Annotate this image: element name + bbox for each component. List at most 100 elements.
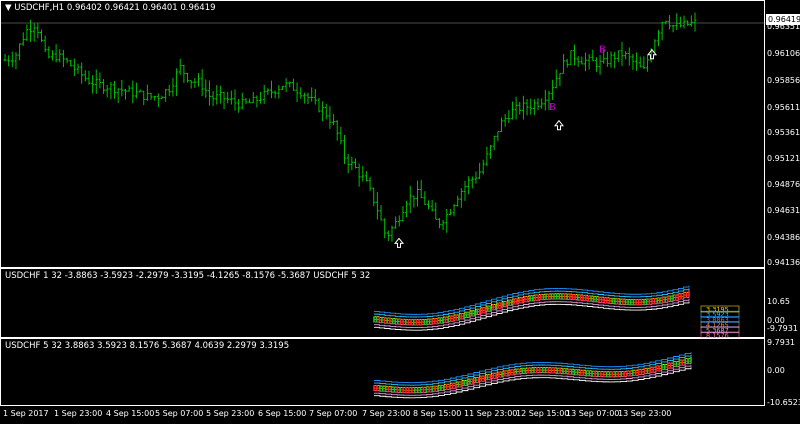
ohlc-bar [405, 200, 409, 218]
indicator-histogram-bar [379, 385, 381, 392]
indicator-histogram-bar [506, 370, 509, 377]
indicator-histogram-bar [626, 370, 628, 377]
main-chart-pane[interactable]: BB ▼ USDCHF,H1 0.96402 0.96421 0.96401 0… [0, 0, 766, 269]
indicator-histogram-bar [494, 304, 497, 311]
indicator-histogram-bar [402, 386, 404, 393]
indicator-histogram-bar [512, 369, 515, 376]
indicator-histogram-bar [643, 299, 645, 306]
indicator-histogram-bar [524, 296, 526, 303]
indicator-histogram-bar [396, 386, 399, 393]
indicator-histogram-bar [407, 319, 410, 326]
price-chart[interactable]: BB [1, 1, 766, 269]
indicator-histogram-bar [404, 318, 407, 325]
ohlc-bar [390, 225, 394, 242]
ohlc-bar [437, 218, 441, 229]
ohlc-bar [379, 205, 383, 221]
indicator-histogram-bar [463, 380, 465, 387]
indicator-histogram-bar [492, 372, 495, 379]
ohlc-bar [459, 188, 463, 208]
indicator-histogram-bar [486, 374, 489, 381]
indicator-histogram-bar [480, 375, 483, 382]
ohlc-bar [116, 88, 120, 104]
ohlc-bar [50, 50, 54, 61]
indicator-histogram-bar [375, 316, 378, 323]
indicator-histogram-bar [555, 293, 558, 300]
indicator-histogram-bar [533, 367, 535, 374]
ohlc-bar [463, 181, 467, 201]
ohlc-bar [445, 208, 449, 233]
indicator-histogram-bar [538, 367, 541, 374]
ohlc-bar [569, 50, 573, 65]
indicator-histogram-bar [592, 296, 595, 303]
indicator-histogram-bar [376, 385, 378, 392]
indicator-histogram-bar [420, 319, 423, 326]
indicator-histogram-bar [632, 369, 634, 376]
time-axis-label: 4 Sep 15:00 [106, 409, 155, 418]
time-axis[interactable]: 1 Sep 2017 1 Sep 23:00 4 Sep 15:00 5 Sep 07… [0, 406, 765, 424]
indicator-histogram-bar [428, 318, 431, 325]
price-scale[interactable]: 0.96351 0.96106 0.95856 0.95611 0.95361 0.951… [765, 0, 800, 268]
chart-menu-icon[interactable]: ▼ [5, 3, 12, 13]
ohlc-bar [218, 85, 222, 104]
indicator-histogram-bar [505, 301, 508, 308]
indicator-histogram-bar [415, 319, 418, 326]
indicator-histogram-bar [502, 301, 505, 308]
ohlc-bar [339, 126, 343, 145]
ohlc-bar [54, 44, 58, 63]
time-axis-label: 6 Sep 15:00 [258, 409, 307, 418]
indicator-histogram-bar [649, 366, 652, 373]
indicator-2-pane[interactable]: USDCHF 5 32 3.8863 3.5923 8.1576 5.3687 … [0, 338, 765, 406]
ohlc-bar [237, 99, 241, 113]
ohlc-bar [529, 98, 533, 115]
indicator-1-pane[interactable]: 3.3195 3.5923 3.8863 4.1265 5.3687 8.1576 USD… [0, 268, 765, 339]
indicator-histogram-bar [500, 302, 502, 309]
ohlc-bar [83, 70, 87, 82]
time-axis-label: 12 Sep 15:00 [516, 409, 570, 418]
indicator-histogram-bar [634, 369, 637, 376]
ohlc-bar [660, 21, 664, 41]
indicator-histogram-bar [669, 362, 672, 369]
indicator-histogram-bar [469, 378, 471, 385]
indicator-histogram-bar [466, 380, 468, 387]
ohlc-bar [299, 87, 303, 99]
ohlc-bar [273, 90, 277, 99]
ohlc-bar [138, 89, 142, 93]
indicator-histogram-bar [383, 317, 386, 324]
ohlc-bar [127, 85, 131, 92]
ohlc-bar [226, 91, 230, 104]
ohlc-bar [47, 46, 51, 59]
indicator-histogram-bar [408, 387, 410, 394]
indicator-histogram-bar [547, 293, 550, 300]
ohlc-bar [671, 24, 675, 33]
indicator-histogram-bar [579, 294, 582, 301]
ohlc-bar [295, 82, 299, 103]
indicator-histogram-bar [600, 296, 603, 303]
ohlc-bar [503, 113, 507, 127]
ohlc-bar [394, 216, 398, 229]
symbol-quote-text: USDCHF,H1 0.96402 0.96421 0.96401 0.9641… [14, 3, 216, 13]
indicator-histogram-bar [473, 310, 476, 317]
ohlc-bar [343, 134, 347, 165]
indicator-histogram-bar [521, 297, 524, 304]
ohlc-bar [678, 16, 682, 28]
indicator-histogram-bar [542, 294, 545, 301]
indicator-histogram-bar [616, 298, 619, 305]
indicator-histogram-bar [373, 385, 375, 392]
indicator-histogram-bar [645, 298, 648, 305]
indicator-histogram-bar [664, 364, 666, 371]
indicator-histogram-bar [394, 318, 396, 325]
ohlc-bar [25, 24, 29, 42]
ohlc-bar [328, 106, 332, 129]
indicator-histogram-bar [387, 386, 390, 393]
ohlc-bar [291, 78, 295, 91]
indicator-histogram-bar [590, 295, 592, 302]
ohlc-bar [518, 102, 522, 115]
ohlc-bar [335, 120, 339, 141]
ohlc-bar [470, 176, 474, 189]
indicator-histogram-bar [687, 358, 689, 365]
indicator-histogram-bar [672, 294, 674, 301]
indicator-histogram-bar [637, 299, 640, 306]
ohlc-bar [573, 44, 577, 66]
indicator-histogram-bar [399, 386, 401, 393]
indicator-histogram-bar [681, 359, 684, 366]
